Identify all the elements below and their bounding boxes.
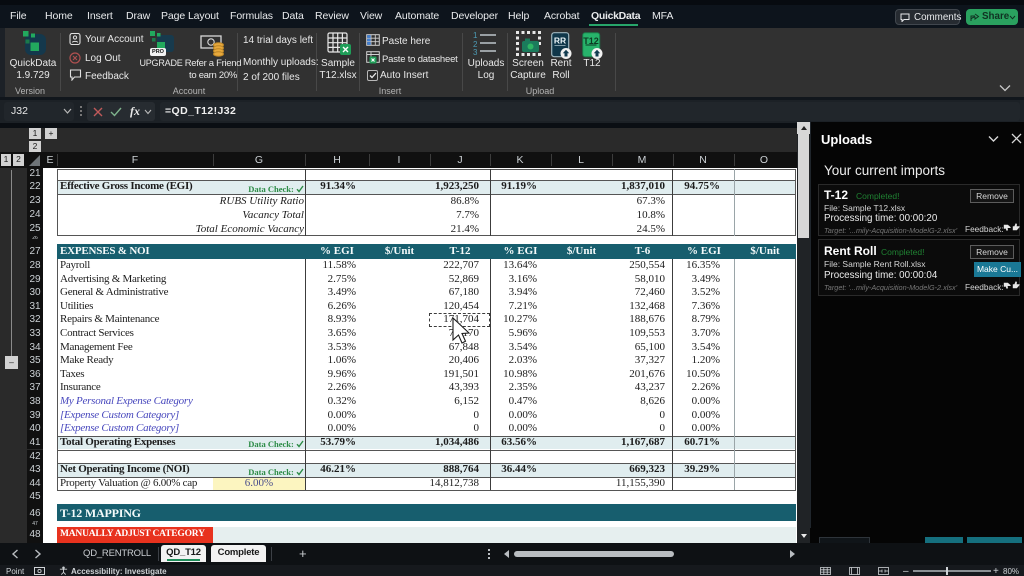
svg-text:RR: RR [554,36,566,46]
